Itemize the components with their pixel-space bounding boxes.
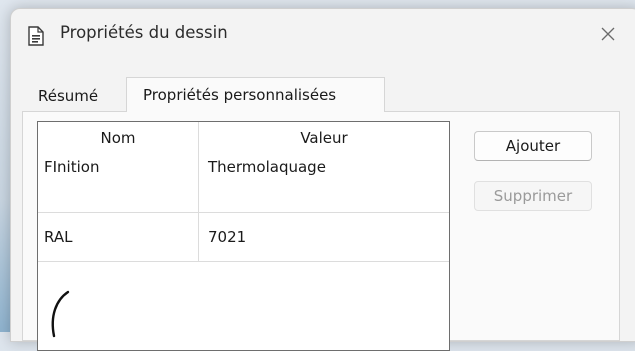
column-header-valeur-label: Valeur [300,128,348,147]
window-title: Propriétés du dessin [60,23,228,42]
cell-name[interactable]: RAL [44,213,72,261]
grid-header: Nom Valeur [38,122,449,153]
table-row[interactable]: RAL 7021 [38,213,449,262]
tab-resume-label: Résumé [38,87,99,105]
title-bar: Propriétés du dessin [11,9,635,61]
add-button[interactable]: Ajouter [474,131,592,161]
cell-value[interactable]: Thermolaquage [208,153,326,217]
close-icon [600,26,616,46]
column-header-nom[interactable]: Nom [38,122,198,153]
column-header-nom-label: Nom [100,128,136,147]
tab-resume[interactable]: Résumé [22,80,126,112]
tab-custom-properties-label: Propriétés personnalisées [143,86,337,104]
cell-value[interactable]: 7021 [208,213,246,261]
column-header-valeur[interactable]: Valeur [198,122,450,153]
delete-button[interactable]: Supprimer [474,181,592,211]
tab-custom-properties[interactable]: Propriétés personnalisées [126,77,385,112]
properties-grid: Nom Valeur FInition Thermolaquage RAL 70… [37,121,450,351]
table-row[interactable]: FInition Thermolaquage [38,153,449,213]
document-properties-icon [27,26,44,46]
close-button[interactable] [591,21,625,51]
pen-cursor-mark [42,288,82,338]
cell-name[interactable]: FInition [44,153,99,217]
